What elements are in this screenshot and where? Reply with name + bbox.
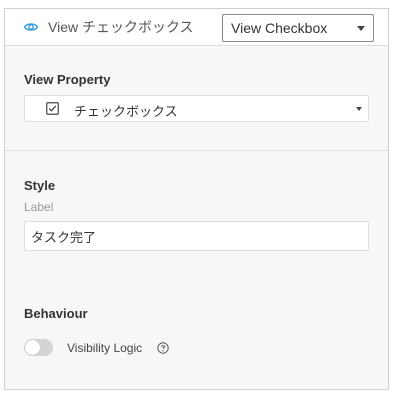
chevron-down-icon	[356, 106, 362, 111]
visibility-logic-toggle[interactable]	[24, 339, 53, 356]
question-circle-icon[interactable]	[157, 341, 169, 354]
style-heading: Style	[24, 178, 56, 193]
checkbox-icon	[46, 102, 59, 115]
visibility-logic-label: Visibility Logic	[67, 341, 143, 355]
label-caption: Label	[24, 200, 54, 214]
panel-header: View チェックボックス View Checkbox	[5, 9, 388, 46]
view-type-select-value: View Checkbox	[231, 20, 328, 36]
view-type-select[interactable]: View Checkbox	[222, 14, 374, 42]
header-tab[interactable]: View チェックボックス	[5, 9, 201, 45]
view-property-heading: View Property	[24, 72, 111, 87]
section-divider	[5, 150, 388, 151]
view-property-select-value: チェックボックス	[74, 104, 178, 119]
view-property-select[interactable]: チェックボックス	[24, 95, 369, 122]
behaviour-heading: Behaviour	[24, 306, 88, 321]
toggle-knob	[25, 340, 40, 355]
eye-icon	[23, 19, 39, 35]
chevron-down-icon	[357, 26, 365, 31]
properties-panel: View チェックボックス View Checkbox View Propert…	[4, 8, 389, 390]
label-input[interactable]	[24, 221, 369, 251]
header-title: View チェックボックス	[48, 19, 194, 35]
